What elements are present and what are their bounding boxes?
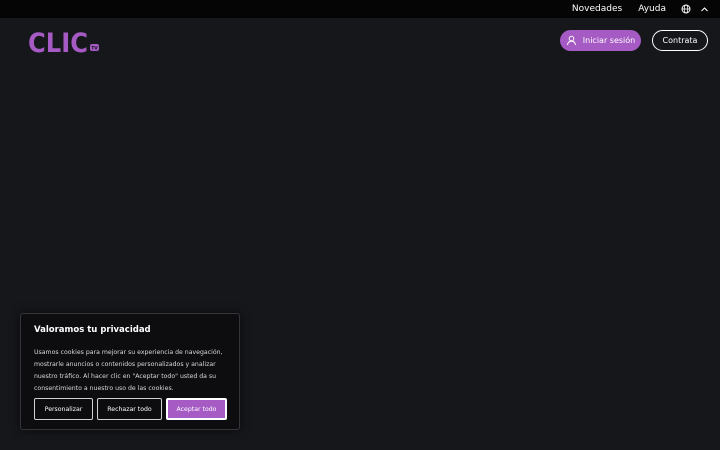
page: Novedades Ayuda CLIC TV Iniciar sesión C… — [0, 0, 720, 450]
contract-button[interactable]: Contrata — [652, 30, 708, 51]
customize-cookies-button[interactable]: Personalizar — [34, 398, 93, 420]
reject-all-cookies-button[interactable]: Rechazar todo — [97, 398, 162, 420]
top-utility-bar: Novedades Ayuda — [0, 0, 720, 18]
login-button-label: Iniciar sesión — [582, 36, 636, 45]
cookie-text: Usamos cookies para mejorar su experienc… — [34, 349, 223, 393]
help-link[interactable]: Ayuda — [638, 4, 666, 14]
chevron-up-icon[interactable] — [698, 3, 710, 15]
logo-badge: TV — [91, 46, 98, 52]
cookie-consent-banner: Valoramos tu privacidad Usamos cookies p… — [20, 313, 240, 430]
news-link[interactable]: Novedades — [572, 4, 622, 14]
login-button[interactable]: Iniciar sesión — [560, 30, 641, 51]
globe-icon[interactable] — [680, 3, 692, 15]
clic-logo[interactable]: CLIC TV — [28, 28, 102, 54]
user-icon — [566, 35, 577, 46]
cookie-title: Valoramos tu privacidad — [34, 325, 151, 335]
logo-wordmark: CLIC — [28, 28, 88, 54]
cookie-actions: Personalizar Rechazar todo Aceptar todo — [34, 398, 227, 420]
accept-all-cookies-button[interactable]: Aceptar todo — [166, 398, 227, 420]
contract-button-label: Contrata — [662, 36, 698, 45]
main-header: CLIC TV Iniciar sesión Contrata — [0, 18, 720, 64]
